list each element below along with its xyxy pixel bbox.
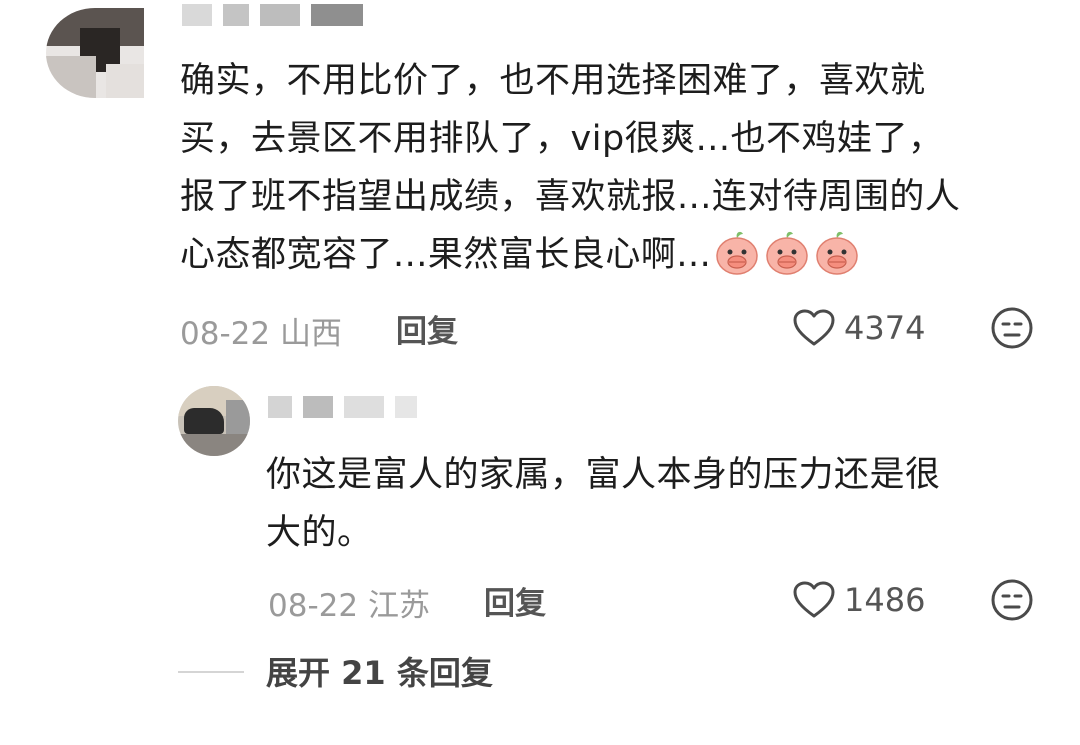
- comment-meta: 08-22 山西: [180, 308, 342, 353]
- username-blurred[interactable]: [182, 4, 369, 30]
- peach-covering-mouth-icon: [816, 231, 859, 275]
- comment-text: 确实，不用比价了，也不用选择困难了，喜欢就 买，去景区不用排队了，vip很爽..…: [180, 52, 1060, 284]
- comment-line-text: 心态都宽容了...果然富长良心啊...: [180, 235, 712, 275]
- avatar[interactable]: [46, 8, 144, 98]
- divider: [178, 671, 244, 673]
- comment-line: 报了班不指望出成绩，喜欢就报...连对待周围的人: [180, 177, 961, 217]
- avatar[interactable]: [178, 386, 250, 456]
- comment-date: 08-22: [180, 316, 271, 352]
- like-button[interactable]: 1486: [792, 578, 925, 622]
- comment-line: 心态都宽容了...果然富长良心啊...: [180, 226, 1060, 284]
- comment-location: 山西: [279, 316, 342, 352]
- reply-line: 大的。: [266, 513, 373, 553]
- comment-line: 买，去景区不用排队了，vip很爽...也不鸡娃了，: [180, 119, 944, 159]
- like-count: 4374: [844, 309, 926, 347]
- comment-line: 确实，不用比价了，也不用选择困难了，喜欢就: [180, 61, 926, 101]
- expand-replies-button[interactable]: 展开 21 条回复: [266, 648, 493, 694]
- peach-covering-mouth-icon: [716, 231, 759, 275]
- heart-icon: [793, 309, 835, 346]
- dislike-face-icon[interactable]: [990, 578, 1034, 622]
- reply-date: 08-22: [268, 588, 359, 624]
- reply-button[interactable]: 回复: [484, 578, 546, 623]
- like-button[interactable]: 4374: [792, 306, 925, 350]
- reply-line: 你这是富人的家属，富人本身的压力还是很: [266, 455, 941, 495]
- reply-meta: 08-22 江苏: [268, 580, 430, 625]
- reply-button[interactable]: 回复: [396, 306, 458, 351]
- like-count: 1486: [844, 581, 926, 619]
- reply-location: 江苏: [367, 588, 430, 624]
- username-blurred[interactable]: [268, 396, 423, 422]
- peach-covering-mouth-icon: [766, 231, 809, 275]
- reply-text: 你这是富人的家属，富人本身的压力还是很 大的。: [266, 446, 1056, 562]
- dislike-face-icon[interactable]: [990, 306, 1034, 350]
- heart-icon: [793, 581, 835, 618]
